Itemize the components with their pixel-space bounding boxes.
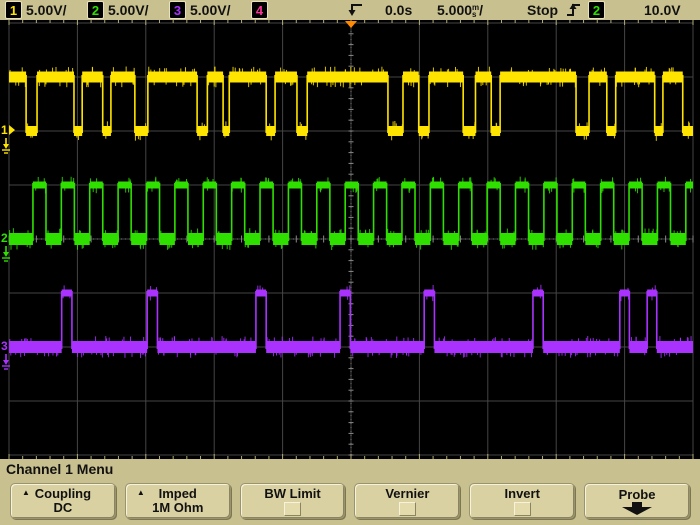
right-arrow-icon — [9, 341, 15, 351]
channel-2-ground-marker: 2 — [1, 232, 15, 244]
status-bar: 1 5.00V/ 2 5.00V/ 3 5.00V/ 4 0.0s 5.000m… — [0, 0, 700, 20]
channel-4-badge[interactable]: 4 — [251, 1, 268, 19]
channel-3-ground-marker: 3 — [1, 340, 15, 352]
softkey-row: ▲ Coupling DC ▲ Imped 1M Ohm BW Limit Ve… — [0, 483, 700, 519]
channel-3-ground-icon — [0, 354, 12, 370]
softkey-coupling[interactable]: ▲ Coupling DC — [10, 483, 116, 519]
run-state: Stop — [527, 2, 558, 18]
popup-indicator-icon: ▲ — [22, 488, 30, 497]
channel-3-badge[interactable]: 3 — [169, 1, 186, 19]
channel-2-scale: 5.00V/ — [108, 2, 148, 18]
softkey-label: BW Limit — [264, 487, 320, 501]
softkey-label: Coupling — [35, 487, 91, 501]
vernier-checkbox[interactable] — [399, 502, 416, 516]
softkey-value: DC — [54, 501, 73, 515]
delay-time: 0.0s — [385, 2, 412, 18]
softkey-vernier[interactable]: Vernier — [354, 483, 460, 519]
probe-down-arrow-icon — [620, 502, 654, 515]
channel-3-scale: 5.00V/ — [190, 2, 230, 18]
menu-title: Channel 1 Menu — [0, 459, 700, 479]
channel-1-scale: 5.00V/ — [26, 2, 66, 18]
channel-2-marker-label: 2 — [1, 232, 8, 244]
channel-2-ground-icon — [0, 246, 12, 262]
channel-1-badge[interactable]: 1 — [5, 1, 22, 19]
softkey-value: 1M Ohm — [152, 501, 203, 515]
softkey-invert[interactable]: Invert — [469, 483, 575, 519]
waveform-display: 1 2 3 — [0, 20, 700, 459]
softkey-label: Probe — [619, 488, 656, 502]
trigger-level: 10.0V — [644, 2, 681, 18]
channel-1-marker-label: 1 — [1, 124, 8, 136]
timebase-suffix: / — [479, 2, 483, 18]
timebase: 5.000ms/ — [437, 2, 483, 18]
bw-limit-checkbox[interactable] — [284, 502, 301, 516]
oscilloscope-screen: 1 5.00V/ 2 5.00V/ 3 5.00V/ 4 0.0s 5.000m… — [0, 0, 700, 525]
channel-2-badge[interactable]: 2 — [87, 1, 104, 19]
trigger-source-badge[interactable]: 2 — [588, 1, 605, 19]
timebase-value: 5.000 — [437, 2, 472, 18]
time-reference-icon — [346, 1, 364, 19]
invert-checkbox[interactable] — [514, 502, 531, 516]
popup-indicator-icon: ▲ — [137, 488, 145, 497]
right-arrow-icon — [9, 233, 15, 243]
channel-3-marker-label: 3 — [1, 340, 8, 352]
channel-1-ground-icon — [0, 138, 12, 154]
graticule-and-traces — [0, 20, 700, 459]
softkey-label: Vernier — [385, 487, 429, 501]
softkey-label: Imped — [159, 487, 197, 501]
channel-1-ground-marker: 1 — [1, 124, 15, 136]
rising-edge-trigger-icon — [566, 1, 582, 19]
right-arrow-icon — [9, 125, 15, 135]
softkey-probe[interactable]: Probe — [584, 483, 690, 519]
softkey-impedance[interactable]: ▲ Imped 1M Ohm — [125, 483, 231, 519]
softkey-label: Invert — [505, 487, 540, 501]
softkey-bw-limit[interactable]: BW Limit — [240, 483, 346, 519]
